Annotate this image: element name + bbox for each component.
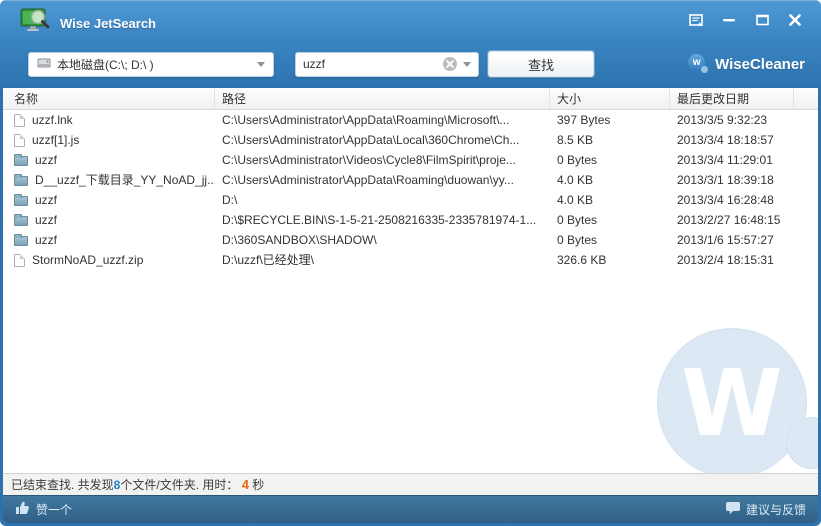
table-row[interactable]: uzzf C:\Users\Administrator\Videos\Cycle… [3,150,818,170]
watermark: W [657,328,818,473]
file-size: 397 Bytes [557,113,611,127]
table-header: 名称 路径 大小 最后更改日期 [3,88,818,110]
file-path: D:\uzzf\已经处理\ [222,253,315,267]
column-header-path[interactable]: 路径 [215,88,550,109]
drive-icon [37,57,51,72]
file-modified: 2013/2/4 18:15:31 [677,253,774,267]
file-size: 326.6 KB [557,253,607,267]
file-name: D__uzzf_下载目录_YY_NoAD_jj... [35,173,215,187]
file-size: 0 Bytes [557,153,598,167]
search-history-chevron-icon[interactable] [463,61,471,67]
toolbar: 本地磁盘(C:\; D:\ ) 查找 w Wi [28,51,805,77]
folder-icon [14,174,28,186]
file-icon [14,253,25,267]
file-name: uzzf [35,233,58,247]
window-title: Wise JetSearch [60,16,156,31]
column-header-name[interactable]: 名称 [3,88,215,109]
file-path: C:\Users\Administrator\AppData\Roaming\M… [222,113,510,127]
folder-icon [14,234,28,246]
search-input[interactable] [303,57,443,71]
file-name: uzzf [35,213,58,227]
status-text: 已结束查找. 共发现8个文件/文件夹. 用时： 4 秒 [11,477,265,492]
column-header-size[interactable]: 大小 [550,88,670,109]
file-path: D:\ [222,193,238,207]
elapsed-time: 4 [241,477,249,492]
folder-icon [14,214,28,226]
chevron-down-icon [257,61,265,67]
watermark-logo-icon: W [657,328,807,473]
table-row[interactable]: uzzf[1].js C:\Users\Administrator\AppDat… [3,130,818,150]
column-header-spacer [794,88,818,109]
file-name: uzzf[1].js [32,133,80,147]
window-controls [684,10,807,30]
thumbs-up-icon [15,501,30,518]
main-menu-button[interactable] [684,10,708,30]
drive-selector[interactable]: 本地磁盘(C:\; D:\ ) [28,51,274,77]
brand-name: WiseCleaner [715,55,805,73]
file-modified: 2013/2/27 16:48:15 [677,213,781,227]
maximize-button[interactable] [750,10,774,30]
minimize-button[interactable] [717,10,741,30]
file-modified: 2013/3/4 11:29:01 [677,153,773,167]
file-icon [14,133,25,147]
brand[interactable]: w WiseCleaner [688,54,805,74]
file-name: uzzf.lnk [32,113,73,127]
column-header-modified[interactable]: 最后更改日期 [670,88,794,109]
file-path: C:\Users\Administrator\AppData\Roaming\d… [222,173,514,187]
titlebar: Wise JetSearch 本地磁盘(C:\; D:\) uzzf 查找 w… [0,0,821,88]
search-button[interactable]: 查找 [488,51,594,77]
file-path: D:\$RECYCLE.BIN\S-1-5-21-2508216335-2335… [222,213,537,227]
table-row[interactable]: D__uzzf_下载目录_YY_NoAD_jj... C:\Users\Admi… [3,170,818,190]
file-modified: 2013/1/6 15:57:27 [677,233,774,247]
file-modified: 2013/3/5 9:32:23 [677,113,768,127]
feedback-button[interactable]: 建议与反馈 [725,501,806,518]
table-row[interactable]: uzzf D:\$RECYCLE.BIN\S-1-5-21-2508216335… [3,210,818,230]
status-bar: 已结束查找. 共发现8个文件/文件夹. 用时： 4 秒 [3,473,818,495]
file-size: 0 Bytes [557,233,598,247]
like-button[interactable]: 赞一个 [15,501,72,518]
file-name: uzzf [35,193,58,207]
footer-bar: 赞一个 建议与反馈 [3,495,818,523]
table-row[interactable]: StormNoAD_uzzf.zip D:\uzzf\已经处理\ 326.6 K… [3,250,818,270]
table-row[interactable]: uzzf D:\ 4.0 KB 2013/3/4 16:28:48 [3,190,818,210]
file-size: 4.0 KB [557,193,594,207]
like-label: 赞一个 [36,503,73,517]
file-size: 8.5 KB [557,133,594,147]
file-path: C:\Users\Administrator\AppData\Local\360… [222,133,520,147]
table-row[interactable]: uzzf D:\360SANDBOX\SHADOW\ 0 Bytes 2013/… [3,230,818,250]
file-path: C:\Users\Administrator\Videos\Cycle8\Fil… [222,153,516,167]
file-path: D:\360SANDBOX\SHADOW\ [222,233,377,247]
file-size: 0 Bytes [557,213,598,227]
file-size: 4.0 KB [557,173,594,187]
app-logo-icon [20,8,50,39]
file-icon [14,113,25,127]
drive-selector-value: 本地磁盘(C:\; D:\ ) [57,57,154,72]
results-list: uzzf.lnk C:\Users\Administrator\AppData\… [3,110,818,473]
search-box [295,51,479,77]
file-name: uzzf [35,153,58,167]
close-button[interactable] [783,10,807,30]
file-modified: 2013/3/4 18:18:57 [677,133,774,147]
title-area: Wise JetSearch [20,8,156,39]
content-area: 名称 路径 大小 最后更改日期 uzzf.lnk C:\Users\Admini… [3,88,818,523]
speech-bubble-icon [725,501,740,518]
wisecleaner-logo-icon: w [688,54,709,74]
folder-icon [14,154,28,166]
wise-jetsearch-window: Wise JetSearch 本地磁盘(C:\; D:\) uzzf 查找 w… [0,0,821,526]
file-modified: 2013/3/4 16:28:48 [677,193,774,207]
folder-icon [14,194,28,206]
file-name: StormNoAD_uzzf.zip [32,253,144,267]
file-modified: 2013/3/1 18:39:18 [677,173,774,187]
clear-search-icon[interactable] [443,57,457,71]
feedback-label: 建议与反馈 [745,503,806,517]
table-row[interactable]: uzzf.lnk C:\Users\Administrator\AppData\… [3,110,818,130]
